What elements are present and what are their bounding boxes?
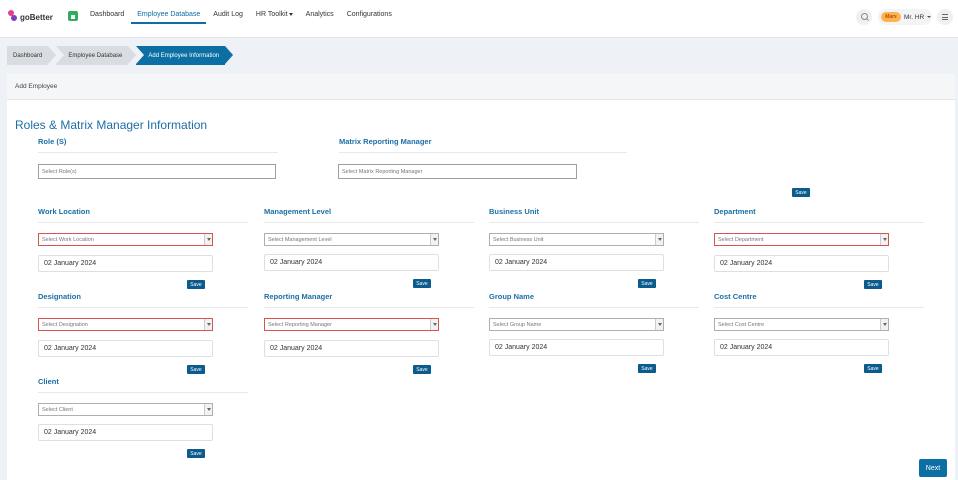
nav-audit-log[interactable]: Audit Log [207,0,249,24]
save-button[interactable]: Save [792,188,810,197]
reporting-manager-select[interactable]: Select Reporting Manager [264,318,439,331]
chevron-down-icon [655,234,663,245]
divider [264,307,474,308]
client-label: Client [38,377,59,386]
department-select[interactable]: Select Department [714,233,889,246]
client-placeholder: Select Client [42,406,73,413]
avatar: Mars [881,12,901,22]
chevron-down-icon [204,319,212,330]
breadcrumb-current: Add Employee Information [136,46,233,65]
work-location-placeholder: Select Work Location [42,236,94,243]
chevron-down-icon [655,319,663,330]
save-button[interactable]: Save [413,365,431,374]
save-button[interactable]: Save [638,279,656,288]
save-button[interactable]: Save [638,364,656,373]
breadcrumb-employee-database[interactable]: Employee Database [56,46,137,65]
card-header-title: Add Employee [15,83,58,90]
nav-hr-toolkit[interactable]: HR Toolkit [250,0,299,24]
form-card [7,100,955,480]
group-name-label: Group Name [489,292,535,301]
group-name-select[interactable]: Select Group Name [489,318,664,331]
divider [714,307,924,308]
nav-hr-toolkit-label: HR Toolkit [255,11,288,18]
client-select[interactable]: Select Client [38,403,213,416]
client-date[interactable]: 02 January 2024 [38,424,213,441]
department-label: Department [714,207,756,216]
matrix-manager-label: Matrix Reporting Manager [339,137,432,146]
chevron-down-icon [430,234,438,245]
designation-select[interactable]: Select Designation [38,318,213,331]
role-label: Role (S) [38,137,67,146]
divider [489,307,699,308]
user-menu[interactable]: Mars Mr. HR [878,9,932,25]
card-header: Add Employee [7,74,955,100]
chevron-down-icon [880,234,888,245]
work-location-date[interactable]: 02 January 2024 [38,255,213,272]
save-button[interactable]: Save [187,365,205,374]
save-button[interactable]: Save [187,449,205,458]
business-unit-date[interactable]: 02 January 2024 [489,254,664,271]
divider [38,307,248,308]
section-title: Roles & Matrix Manager Information [15,118,208,132]
search-icon[interactable] [856,9,872,25]
designation-label: Designation [38,292,81,301]
divider [339,152,627,153]
role-input[interactable]: Select Role(s) [38,164,276,179]
nav-employee-database[interactable]: Employee Database [131,0,207,24]
business-unit-placeholder: Select Business Unit [493,236,544,243]
management-level-placeholder: Select Management Level [268,236,332,243]
chevron-down-icon [430,319,438,330]
chevron-down-icon [288,12,293,16]
chevron-down-icon [204,234,212,245]
work-location-select[interactable]: Select Work Location [38,233,213,246]
main-nav: Dashboard Employee Database Audit Log HR… [84,0,399,38]
chevron-down-icon [927,16,932,18]
management-level-select[interactable]: Select Management Level [264,233,439,246]
group-name-date[interactable]: 02 January 2024 [489,339,664,356]
cost-centre-label: Cost Centre [714,292,757,301]
group-name-placeholder: Select Group Name [493,321,542,328]
divider [38,392,248,393]
divider [714,222,924,223]
save-button[interactable]: Save [864,364,882,373]
business-unit-select[interactable]: Select Business Unit [489,233,664,246]
business-unit-label: Business Unit [489,207,540,216]
department-date[interactable]: 02 January 2024 [714,255,889,272]
user-name: Mr. HR [904,13,925,21]
save-button[interactable]: Save [864,280,882,289]
reporting-manager-label: Reporting Manager [264,292,333,301]
reporting-manager-placeholder: Select Reporting Manager [268,321,332,328]
cost-centre-select[interactable]: Select Cost Centre [714,318,889,331]
top-navbar: goBetter Dashboard Employee Database Aud… [0,0,958,38]
brand-logo[interactable]: goBetter [8,10,53,24]
divider [489,222,699,223]
brand-name: goBetter [20,12,53,22]
matrix-manager-input[interactable]: Select Matrix Reporting Manager [338,164,577,179]
divider [38,152,278,153]
logo-icon [8,10,18,24]
cost-centre-date[interactable]: 02 January 2024 [714,339,889,356]
work-location-label: Work Location [38,207,90,216]
management-level-date[interactable]: 02 January 2024 [264,254,439,271]
chevron-down-icon [204,404,212,415]
reporting-manager-date[interactable]: 02 January 2024 [264,340,439,357]
hamburger-menu-icon[interactable] [937,9,953,25]
department-placeholder: Select Department [718,236,764,243]
breadcrumb-dashboard[interactable]: Dashboard [7,46,57,65]
divider [264,222,474,223]
save-button[interactable]: Save [413,279,431,288]
save-button[interactable]: Save [187,280,205,289]
nav-dashboard[interactable]: Dashboard [84,0,130,24]
chevron-down-icon [880,319,888,330]
next-button[interactable]: Next [919,459,947,477]
breadcrumb: Dashboard Employee Database Add Employee… [7,46,233,65]
management-level-label: Management Level [264,207,332,216]
designation-date[interactable]: 02 January 2024 [38,340,213,357]
designation-placeholder: Select Designation [42,321,88,328]
divider [38,222,248,223]
home-icon[interactable] [68,11,78,21]
nav-analytics[interactable]: Analytics [300,0,340,24]
nav-configurations[interactable]: Configurations [341,0,398,24]
cost-centre-placeholder: Select Cost Centre [718,321,765,328]
